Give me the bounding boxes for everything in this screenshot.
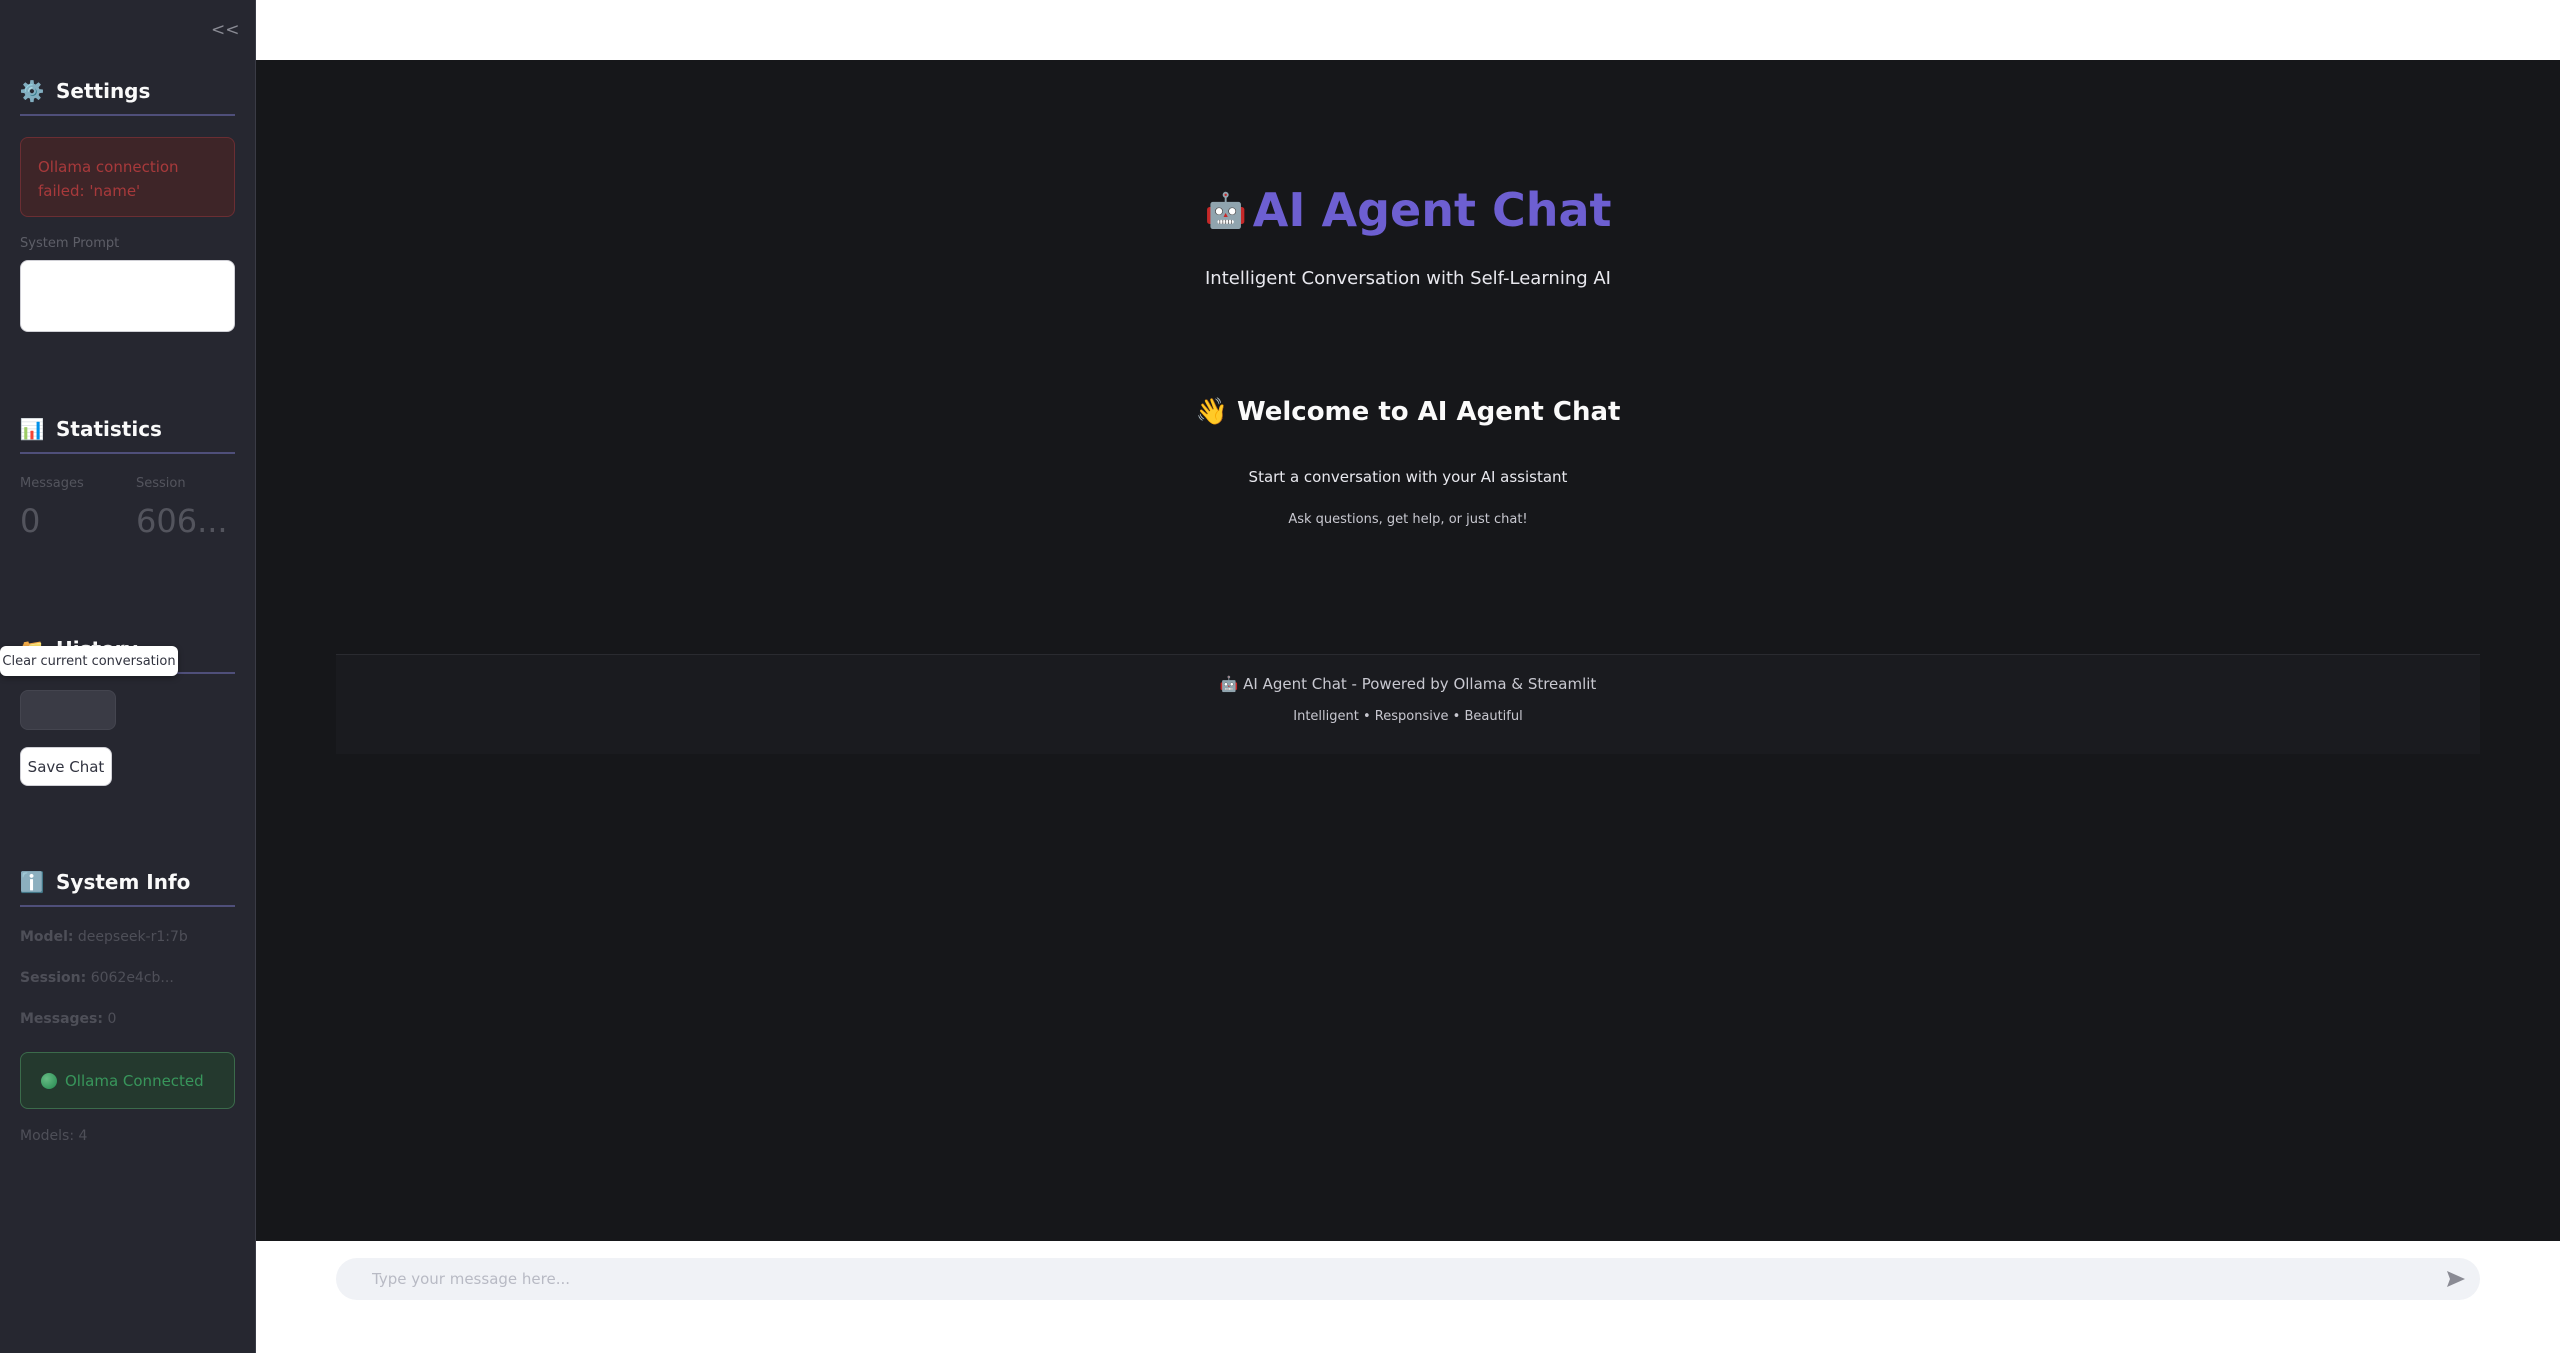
clear-chat-button[interactable] (20, 690, 116, 730)
messages-value: 0 (107, 1011, 117, 1027)
footer-line-1: 🤖 AI Agent Chat - Powered by Ollama & St… (1219, 675, 1597, 693)
status-text: Ollama Connected (65, 1071, 204, 1090)
page-subtitle: Intelligent Conversation with Self-Learn… (1204, 268, 1611, 289)
models-count: Models: 4 (20, 1128, 88, 1144)
footer: 🤖 AI Agent Chat - Powered by Ollama & St… (336, 654, 2480, 754)
start-text: Start a conversation with your AI assist… (1248, 468, 1568, 486)
chat-input-area (256, 1241, 2560, 1353)
save-chat-button[interactable]: Save Chat (20, 747, 112, 786)
error-text: Ollama connection failed: 'name' (38, 158, 179, 200)
statistics-header: 📊 Statistics (20, 406, 235, 454)
system-prompt-input[interactable] (20, 260, 235, 332)
ask-text: Ask questions, get help, or just chat! (1288, 512, 1528, 527)
collapse-sidebar-button[interactable]: << (211, 20, 240, 40)
page-title-text: AI Agent Chat (1252, 183, 1612, 237)
chat-input[interactable] (336, 1258, 2480, 1300)
system-info-header: ℹ️ System Info (20, 859, 235, 907)
messages-key: Messages: (20, 1011, 103, 1027)
messages-info: Messages: 0 (20, 1011, 116, 1027)
session-metric-label: Session (136, 476, 186, 491)
statistics-title: Statistics (56, 417, 162, 441)
green-circle-icon (41, 1072, 57, 1089)
system-prompt-label: System Prompt (20, 236, 120, 251)
page-title: 🤖 AI Agent Chat (256, 183, 2560, 237)
welcome-text: Welcome to AI Agent Chat (1236, 397, 1621, 427)
settings-header: ⚙️ Settings (20, 68, 235, 116)
footer-line-2: Intelligent • Responsive • Beautiful (1293, 709, 1523, 724)
session-value: 6062e4cb... (90, 970, 174, 986)
model-value: deepseek-r1:7b (77, 929, 188, 945)
model-info: Model: deepseek-r1:7b (20, 929, 188, 945)
main-content: 🤖 AI Agent Chat Intelligent Conversation … (256, 60, 2560, 1241)
robot-icon: 🤖 (1204, 191, 1247, 231)
info-icon: ℹ️ (19, 870, 45, 894)
bar-chart-icon: 📊 (19, 417, 45, 441)
top-bar (256, 0, 2560, 60)
sidebar: << ⚙️ Settings Ollama connection failed:… (0, 0, 256, 1353)
messages-metric-label: Messages (20, 476, 84, 491)
messages-metric-value: 0 (20, 502, 41, 540)
session-info: Session: 6062e4cb... (20, 970, 174, 986)
gear-icon: ⚙️ (19, 79, 45, 103)
session-key: Session: (20, 970, 87, 986)
model-key: Model: (20, 929, 74, 945)
clear-tooltip: Clear current conversation (0, 646, 178, 676)
waving-hand-icon: 👋 (1195, 397, 1228, 427)
connection-error-alert: Ollama connection failed: 'name' (20, 137, 235, 217)
send-icon[interactable] (2446, 1270, 2466, 1288)
settings-title: Settings (56, 79, 151, 103)
welcome-heading: 👋 Welcome to AI Agent Chat (256, 397, 2560, 427)
system-info-title: System Info (56, 870, 191, 894)
session-metric-value: 606... (136, 502, 228, 540)
connection-success-alert: Ollama Connected (20, 1052, 235, 1109)
